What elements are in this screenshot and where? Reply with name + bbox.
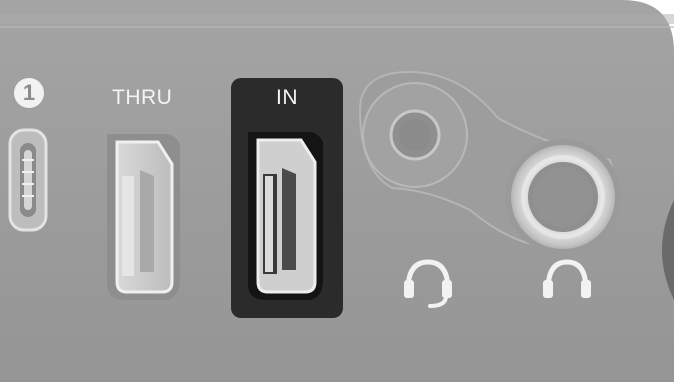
port-number-badge: 1: [14, 78, 44, 108]
hdmi-port-icon: [248, 132, 323, 300]
device-rear-panel: 1 THRU IN: [0, 0, 674, 382]
hdmi-thru-port: [107, 134, 180, 300]
thru-label: THRU: [112, 86, 173, 109]
in-label: IN: [276, 86, 298, 109]
port-number: 1: [22, 80, 36, 105]
usb-c-port-icon: [8, 128, 48, 232]
headphone-jack: [505, 139, 621, 255]
